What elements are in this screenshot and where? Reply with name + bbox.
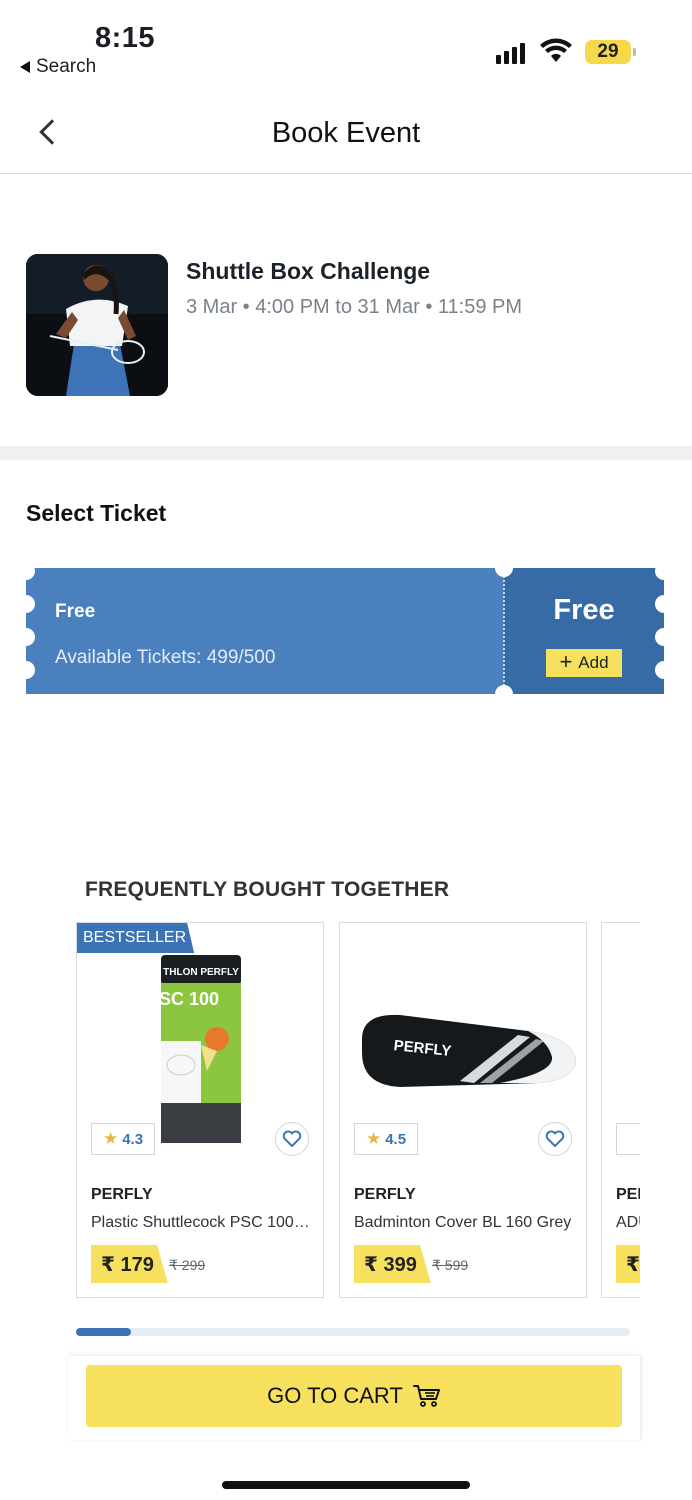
carousel-scrollbar[interactable] xyxy=(76,1328,630,1336)
svg-text:SC 100: SC 100 xyxy=(159,989,219,1009)
back-triangle-icon xyxy=(20,61,30,73)
product-brand: PER xyxy=(616,1186,640,1203)
cellular-signal-icon xyxy=(496,40,525,64)
wishlist-button[interactable] xyxy=(275,1122,309,1156)
heart-icon xyxy=(545,1130,565,1147)
star-icon: ★ xyxy=(102,1129,119,1148)
product-price: ₹ 399 xyxy=(354,1245,431,1283)
battery-indicator: 29 xyxy=(585,40,636,64)
product-mrp: ₹ 599 xyxy=(432,1257,469,1273)
event-summary: Shuttle Box Challenge 3 Mar • 4:00 PM to… xyxy=(26,254,666,396)
carousel-scroll-thumb[interactable] xyxy=(76,1328,131,1336)
ticket-notch xyxy=(655,661,673,679)
ticket-availability: Available Tickets: 499/500 xyxy=(55,647,276,668)
back-to-search-label: Search xyxy=(36,56,97,77)
ticket-notch xyxy=(17,628,35,646)
product-card[interactable]: BESTSELLER THLON PERFLY SC 100 ★ 4.3 PER… xyxy=(76,922,324,1298)
product-card[interactable]: ★ PER ADU ₹ xyxy=(601,922,640,1298)
app-header: Book Event xyxy=(0,90,692,174)
wifi-icon xyxy=(540,38,572,62)
plus-icon: + xyxy=(559,649,573,674)
ticket-card[interactable]: Free Available Tickets: 499/500 Free + A… xyxy=(17,559,673,703)
racket-cover-image: PERFLY xyxy=(362,1014,576,1087)
status-bar: 8:15 Search 29 xyxy=(0,0,692,90)
ticket-notch xyxy=(17,661,35,679)
ticket-notch xyxy=(495,559,513,577)
select-ticket-heading: Select Ticket xyxy=(26,500,167,526)
product-name: ADU xyxy=(616,1214,640,1231)
svg-text:THLON PERFLY: THLON PERFLY xyxy=(163,967,239,978)
product-price: ₹ 179 xyxy=(91,1245,168,1283)
product-carousel[interactable]: BESTSELLER THLON PERFLY SC 100 ★ 4.3 PER… xyxy=(76,922,640,1298)
rating-value: 4.5 xyxy=(385,1130,407,1148)
product-brand: PERFLY xyxy=(91,1186,153,1203)
product-rating: ★ xyxy=(616,1123,640,1155)
status-time: 8:15 xyxy=(95,22,156,54)
rating-value: 4.3 xyxy=(122,1130,144,1148)
star-icon: ★ xyxy=(638,1129,640,1149)
heart-icon xyxy=(282,1130,302,1147)
go-to-cart-label: GO TO CART xyxy=(267,1383,403,1408)
event-name: Shuttle Box Challenge xyxy=(186,258,431,284)
event-thumbnail xyxy=(26,254,168,396)
ticket-notch xyxy=(17,595,35,613)
ticket-notch xyxy=(655,628,673,646)
add-ticket-label: Add xyxy=(578,653,609,672)
ticket-perforation xyxy=(503,576,505,686)
ticket-name: Free xyxy=(55,601,96,622)
home-indicator[interactable] xyxy=(222,1481,470,1489)
back-to-search[interactable]: Search xyxy=(20,56,96,78)
section-divider xyxy=(0,446,692,460)
shuttlecock-tube-image: THLON PERFLY SC 100 xyxy=(159,955,241,1143)
product-card[interactable]: PERFLY ★ 4.5 PERFLY Badminton Cover BL 1… xyxy=(339,922,587,1298)
ticket-notch xyxy=(655,562,673,580)
ticket-price: Free xyxy=(553,594,615,626)
event-dates: 3 Mar • 4:00 PM to 31 Mar • 11:59 PM xyxy=(186,296,522,318)
product-rating: ★ 4.5 xyxy=(354,1123,418,1155)
ticket-notch xyxy=(495,685,513,703)
cart-icon xyxy=(412,1385,440,1407)
fbt-heading: FREQUENTLY BOUGHT TOGETHER xyxy=(85,878,450,901)
product-name: Plastic Shuttlecock PSC 100 M... xyxy=(91,1214,313,1231)
product-brand: PERFLY xyxy=(354,1186,416,1203)
wishlist-button[interactable] xyxy=(538,1122,572,1156)
product-name: Badminton Cover BL 160 Grey xyxy=(354,1214,572,1231)
page-title: Book Event xyxy=(271,117,421,149)
ticket-notch xyxy=(17,562,35,580)
bestseller-badge: BESTSELLER xyxy=(77,923,195,953)
cart-footer: GO TO CART xyxy=(68,1356,640,1440)
product-rating: ★ 4.3 xyxy=(91,1123,155,1155)
go-to-cart-button[interactable]: GO TO CART xyxy=(86,1365,622,1427)
product-mrp: ₹ 299 xyxy=(169,1257,206,1273)
product-price: ₹ xyxy=(616,1245,640,1283)
ticket-info-panel xyxy=(26,568,504,694)
add-ticket-button[interactable]: + Add xyxy=(546,649,622,677)
star-icon: ★ xyxy=(365,1129,382,1148)
